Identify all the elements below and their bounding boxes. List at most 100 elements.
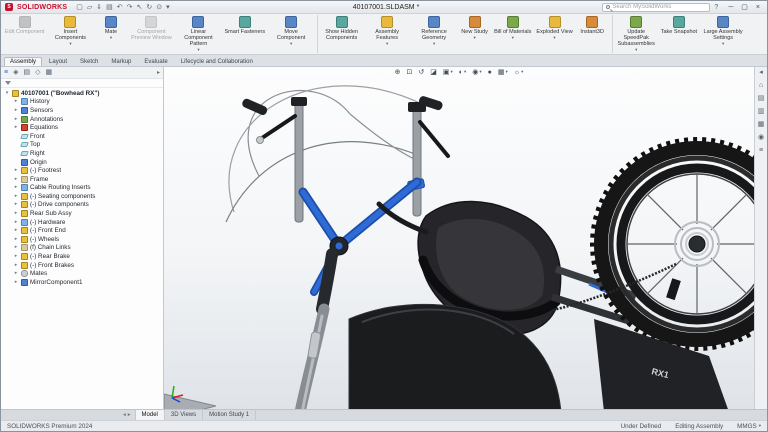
configurationmanager-tab-icon[interactable]: ▤ [23,69,30,76]
tree-item[interactable]: ▸ (-) Seating components [1,192,163,201]
filter-icon[interactable] [5,81,11,85]
view-palette-icon[interactable]: ▦ [758,121,765,128]
file-explorer-icon[interactable]: ▥ [758,108,765,115]
view-tool-button[interactable]: ⊡ ▾ [406,69,412,76]
model-3d-view[interactable]: RX1 [164,67,754,409]
dropdown-arrow-icon[interactable]: ▾ [290,42,292,47]
ribbon-button[interactable]: Edit Component ▾ [3,15,46,53]
view-tool-button[interactable]: ▦ ▾ [498,69,508,76]
search-box[interactable] [602,3,710,12]
minimize-button[interactable]: ─ [728,4,733,11]
document-tab[interactable]: Model [135,410,165,420]
expand-arrow-icon[interactable]: ▸ [13,254,19,259]
tree-item[interactable]: ▸ (-) Footrest [1,166,163,175]
help-icon[interactable]: ? [714,4,718,11]
expand-arrow-icon[interactable]: ▸ [13,194,19,199]
tree-item[interactable]: Front [1,132,163,141]
panel-collapse-icon[interactable]: ▸ [157,69,160,76]
view-tool-button[interactable]: ▣ ▾ [443,69,453,76]
dropdown-arrow-icon[interactable]: ▾ [433,42,435,47]
tree-item[interactable]: ▸ Mates [1,269,163,278]
search-input[interactable] [612,4,702,10]
ribbon-button[interactable]: Instant3D ▾ [576,15,609,53]
displaymanager-tab-icon[interactable]: ▦ [46,69,53,76]
expand-arrow-icon[interactable]: ▸ [13,125,19,130]
tree-item[interactable]: Origin [1,158,163,167]
open-file-icon[interactable]: ▱ [87,4,92,11]
tree-item[interactable]: ▸ Equations [1,123,163,132]
dimxpert-tab-icon[interactable]: ◇ [35,69,40,76]
tree-item[interactable]: ▸ (-) Wheels [1,235,163,244]
expand-arrow-icon[interactable]: ▸ [13,99,19,104]
view-tool-button[interactable]: ◉ ▾ [472,69,481,76]
redo-icon[interactable]: ↷ [127,4,133,11]
view-tool-button[interactable]: ● ▾ [488,69,492,76]
dropdown-arrow-icon[interactable]: ▾ [512,36,514,41]
view-tool-button[interactable]: ☼ ▾ [514,69,524,76]
ribbon-button[interactable]: Component Preview Window ▾ [128,15,174,53]
expand-arrow-icon[interactable]: ▸ [13,237,19,242]
featuremanager-tab-icon[interactable]: ≡ [4,69,8,76]
collapse-taskpane-icon[interactable]: ◂ [759,69,763,76]
tree-item[interactable]: ▸ Sensors [1,106,163,115]
expand-arrow-icon[interactable]: ▸ [13,108,19,113]
view-tool-button[interactable]: ⊕ ▾ [395,69,401,76]
expand-arrow-icon[interactable]: ▸ [13,185,19,190]
save-icon[interactable]: ⇓ [96,4,102,11]
dropdown-arrow-icon[interactable]: ▾ [110,36,112,41]
commandmanager-tab[interactable]: Layout [43,57,73,66]
menu-expand-icon[interactable]: ▾ [166,4,170,11]
propertymanager-tab-icon[interactable]: ◈ [13,69,18,76]
expand-arrow-icon[interactable]: ▸ [13,211,19,216]
ribbon-button[interactable]: Smart Fasteners ▾ [222,15,267,53]
design-library-icon[interactable]: ▤ [758,95,765,102]
maximize-button[interactable]: ▢ [741,4,748,11]
solidworks-resources-icon[interactable]: ⌂ [759,82,763,89]
expand-arrow-icon[interactable]: ▸ [13,117,19,122]
ribbon-button[interactable]: Update SpeedPak Subassemblies ▾ [612,15,658,53]
ribbon-button[interactable]: New Study ▾ [458,15,491,53]
view-tool-button[interactable]: ◐ ▾ [459,69,467,76]
expand-arrow-icon[interactable]: ▸ [13,263,19,268]
expand-arrow-icon[interactable]: ▸ [13,271,19,276]
new-file-icon[interactable]: ▢ [76,4,83,11]
expand-arrow-icon[interactable]: ▸ [13,228,19,233]
commandmanager-tab[interactable]: Evaluate [138,57,173,66]
ribbon-button[interactable]: Show Hidden Components ▾ [317,15,363,53]
expand-arrow-icon[interactable]: ▸ [13,280,19,285]
print-icon[interactable]: ▤ [106,4,113,11]
tree-item[interactable]: ▸ (-) Drive components [1,201,163,210]
commandmanager-tab[interactable]: Assembly [4,57,42,66]
commandmanager-tab[interactable]: Sketch [74,57,104,66]
expand-arrow-icon[interactable]: ▸ [13,220,19,225]
ribbon-button[interactable]: Linear Component Pattern ▾ [175,15,221,53]
tree-item[interactable]: ▸ Annotations [1,115,163,124]
previous-tab-icon[interactable]: ◂ [123,412,126,418]
tree-item[interactable]: ▸ Frame [1,175,163,184]
tree-item[interactable]: Top [1,141,163,150]
expand-arrow-icon[interactable]: ▾ [4,91,10,96]
ribbon-button[interactable]: Exploded View ▾ [534,15,574,53]
appearances-icon[interactable]: ◉ [758,134,764,141]
tree-item[interactable]: ▸ (-) Hardware [1,218,163,227]
tree-item[interactable]: ▸ MirrorComponent1 [1,278,163,287]
units-selector[interactable]: MMGS ▾ [737,423,761,430]
ribbon-button[interactable]: Insert Components ▾ [47,15,93,53]
tree-item[interactable]: ▸ (-) Rear Brake [1,252,163,261]
dropdown-arrow-icon[interactable]: ▾ [722,42,724,47]
tree-item[interactable]: ▸ History [1,98,163,107]
view-tool-button[interactable]: ◪ ▾ [430,69,437,76]
dropdown-arrow-icon[interactable]: ▾ [69,42,71,47]
expand-arrow-icon[interactable]: ▸ [13,177,19,182]
next-tab-icon[interactable]: ▸ [128,412,131,418]
tree-item[interactable]: ▸ Rear Sub Assy [1,209,163,218]
dropdown-arrow-icon[interactable]: ▾ [386,42,388,47]
document-tab[interactable]: Motion Study 1 [203,410,256,420]
tree-item[interactable]: ▸ (f) Chain Links [1,244,163,253]
graphics-viewport[interactable]: ⊕ ▾ ⊡ ▾ ↺ ▾ ◪ ▾ [164,67,754,409]
commandmanager-tab[interactable]: Lifecycle and Collaboration [175,57,259,66]
tree-item[interactable]: Right [1,149,163,158]
custom-properties-icon[interactable]: ≡ [759,147,763,154]
dropdown-arrow-icon[interactable]: ▾ [553,36,555,41]
ribbon-button[interactable]: Large Assembly Settings ▾ [700,15,746,53]
